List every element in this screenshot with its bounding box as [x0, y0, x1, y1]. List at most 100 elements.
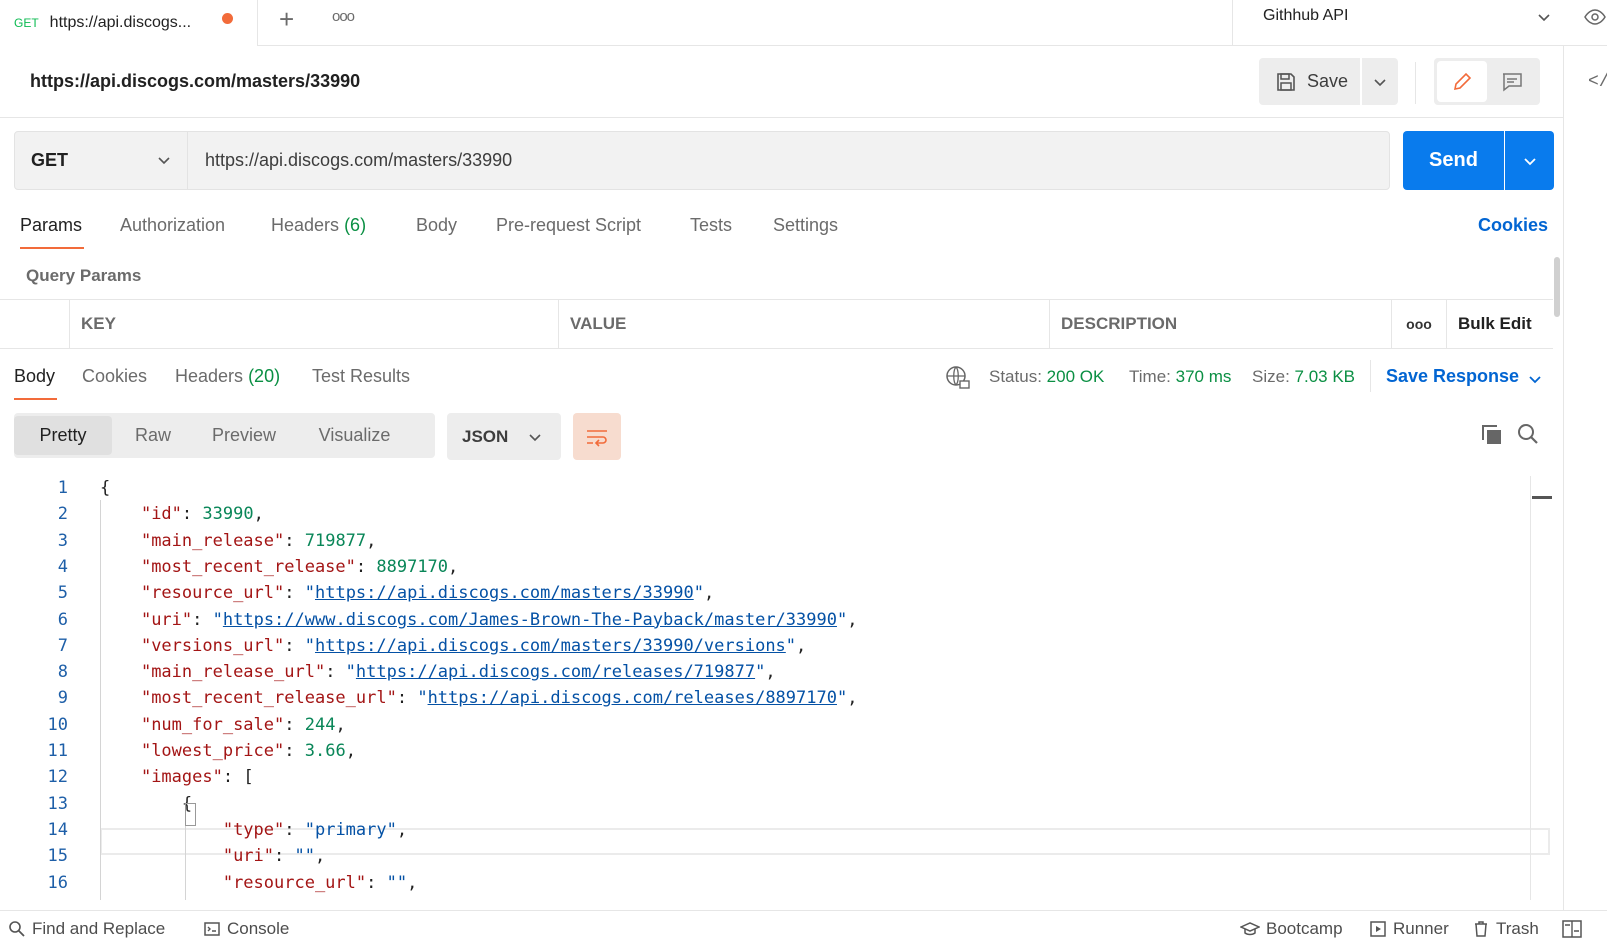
- save-options-button[interactable]: [1362, 58, 1398, 105]
- url-input[interactable]: [189, 132, 1389, 189]
- indent-guide: [185, 825, 186, 900]
- response-tab-body[interactable]: Body: [14, 366, 55, 387]
- method-select[interactable]: GET: [15, 132, 188, 189]
- code-line: 7 "versions_url": "https://api.discogs.c…: [0, 633, 1530, 660]
- status-value: 200 OK: [1046, 367, 1105, 386]
- tab-headers-count: (6): [344, 215, 367, 235]
- comment-mode-button[interactable]: [1487, 61, 1537, 102]
- format-select[interactable]: JSON: [447, 413, 561, 460]
- runner-button[interactable]: Runner: [1369, 919, 1449, 939]
- tab-settings[interactable]: Settings: [773, 215, 838, 236]
- line-number: 4: [57, 556, 68, 577]
- tab-authorization[interactable]: Authorization: [120, 215, 225, 236]
- time-value: 370 ms: [1175, 367, 1232, 386]
- size-label: Size:: [1252, 367, 1290, 386]
- line-number: 9: [57, 688, 68, 709]
- column-header-description: DESCRIPTION: [1049, 300, 1391, 348]
- layout-toggle-icon[interactable]: [1562, 920, 1582, 938]
- code-token: ,: [703, 583, 715, 604]
- active-tab-indicator: [14, 398, 57, 400]
- code-line: 3 "main_release": 719877,: [0, 528, 1530, 555]
- response-tab-test-results[interactable]: Test Results: [312, 366, 410, 387]
- size-value: 7.03 KB: [1294, 367, 1356, 386]
- code-line: 14 "type": "primary",: [0, 817, 1530, 844]
- code-token: ": [693, 583, 704, 604]
- code-link[interactable]: https://www.discogs.com/James-Brown-The-…: [223, 610, 837, 630]
- cookies-link[interactable]: Cookies: [1478, 215, 1548, 236]
- code-token: "most_recent_release_url": [140, 688, 397, 709]
- code-token: ,: [847, 688, 858, 709]
- code-token: ,: [314, 846, 326, 867]
- editor-scrollbar[interactable]: [1530, 476, 1552, 900]
- status-info: Status: 200 OK: [989, 367, 1104, 387]
- chevron-down-icon[interactable]: [1527, 371, 1543, 387]
- edit-mode-button[interactable]: [1437, 61, 1487, 102]
- code-token: "images": [140, 767, 223, 788]
- globe-lock-icon[interactable]: [945, 365, 971, 391]
- comment-icon: [1503, 72, 1522, 92]
- play-icon: [1370, 921, 1386, 937]
- code-token: {: [100, 793, 193, 814]
- tab-params[interactable]: Params: [20, 215, 82, 236]
- bootcamp-button[interactable]: Bootcamp: [1240, 919, 1343, 939]
- search-icon[interactable]: [1516, 422, 1540, 446]
- console-button[interactable]: Console: [203, 919, 289, 939]
- bulk-edit-button[interactable]: Bulk Edit: [1446, 300, 1553, 348]
- url-bar: GET: [14, 131, 1390, 190]
- tab-more-icon[interactable]: ooo: [332, 8, 355, 25]
- trash-button[interactable]: Trash: [1472, 919, 1539, 939]
- code-token: "versions_url": [140, 635, 285, 656]
- save-response-button[interactable]: Save Response: [1386, 366, 1519, 387]
- code-snippet-icon[interactable]: </: [1588, 72, 1607, 92]
- code-link[interactable]: https://api.discogs.com/releases/8897170: [428, 688, 837, 708]
- request-tab[interactable]: GET https://api.discogs...: [0, 0, 258, 46]
- column-options-icon[interactable]: ooo: [1391, 300, 1446, 348]
- scrollbar[interactable]: [1554, 257, 1560, 317]
- code-token: "primary": [304, 819, 397, 840]
- code-token: :: [284, 714, 305, 735]
- code-link[interactable]: https://api.discogs.com/masters/33990/ve…: [315, 636, 786, 656]
- code-token: ": [304, 635, 315, 656]
- save-button[interactable]: Save: [1259, 58, 1360, 105]
- right-sidebar: [1563, 46, 1607, 910]
- response-tab-cookies[interactable]: Cookies: [82, 366, 147, 387]
- environment-selector[interactable]: Githhub API: [1232, 0, 1568, 46]
- code-token: :: [192, 609, 213, 630]
- code-link[interactable]: https://api.discogs.com/masters/33990: [315, 583, 694, 603]
- active-tab-indicator: [20, 247, 84, 249]
- response-tab-headers[interactable]: Headers (20): [175, 366, 280, 387]
- trash-icon: [1475, 921, 1487, 937]
- tab-tests[interactable]: Tests: [690, 215, 732, 236]
- response-body-editor[interactable]: 1{2 "id": 33990, 3 "main_release": 719877…: [0, 475, 1530, 899]
- send-button[interactable]: Send: [1403, 131, 1504, 190]
- view-preview-button[interactable]: Preview: [194, 416, 294, 455]
- view-pretty-button[interactable]: Pretty: [14, 416, 112, 455]
- view-raw-button[interactable]: Raw: [112, 416, 194, 455]
- tab-prerequest-script[interactable]: Pre-request Script: [496, 215, 641, 236]
- wrap-lines-button[interactable]: [573, 413, 621, 460]
- chevron-down-icon: [529, 434, 541, 442]
- code-text: "main_release_url": "https://api.discogs…: [100, 659, 776, 686]
- copy-icon[interactable]: [1480, 423, 1504, 447]
- find-replace-button[interactable]: Find and Replace: [8, 919, 165, 939]
- code-token: : [: [222, 767, 254, 788]
- code-line: 15 "uri": "",: [0, 843, 1530, 870]
- tab-body[interactable]: Body: [416, 215, 457, 236]
- code-token: ,: [765, 662, 776, 683]
- send-options-button[interactable]: [1505, 131, 1554, 190]
- code-token: :: [355, 556, 377, 577]
- scrollbar-thumb[interactable]: [1532, 496, 1552, 499]
- view-visualize-button[interactable]: Visualize: [294, 416, 415, 455]
- new-tab-plus-icon[interactable]: +: [279, 4, 294, 35]
- eye-icon[interactable]: [1583, 6, 1607, 28]
- code-link[interactable]: https://api.discogs.com/releases/719877: [356, 662, 755, 682]
- line-number: 8: [57, 662, 68, 683]
- graduation-cap-icon: [1240, 922, 1260, 936]
- code-token: :: [274, 846, 295, 867]
- tab-headers[interactable]: Headers (6): [271, 215, 366, 236]
